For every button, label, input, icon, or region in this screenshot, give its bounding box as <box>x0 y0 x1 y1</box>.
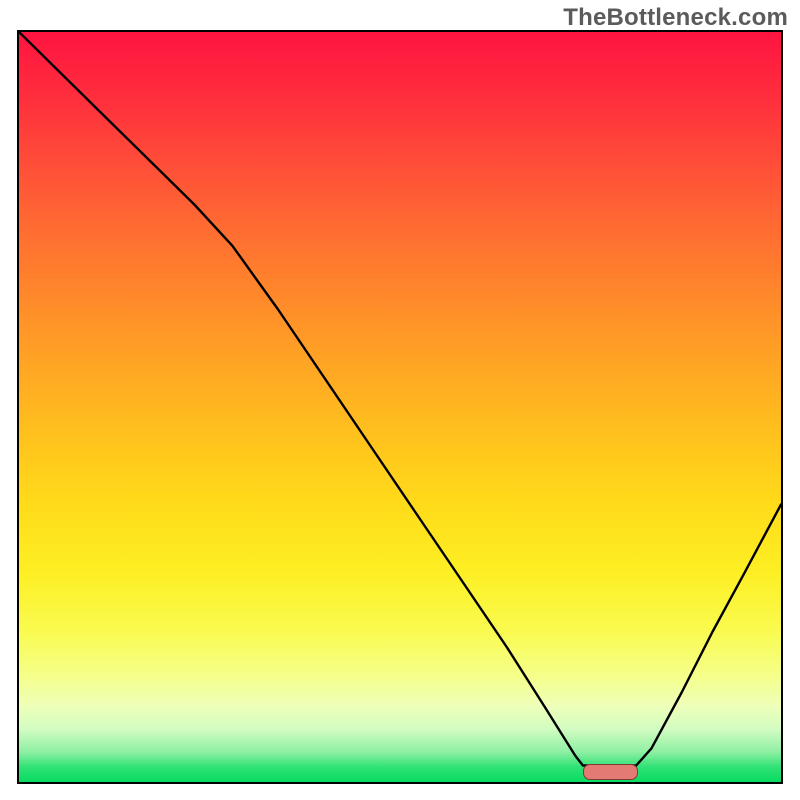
optimal-range-marker <box>583 764 638 780</box>
bottleneck-curve <box>19 32 781 782</box>
watermark-text: TheBottleneck.com <box>563 4 788 32</box>
chart-frame: TheBottleneck.com <box>0 0 800 800</box>
